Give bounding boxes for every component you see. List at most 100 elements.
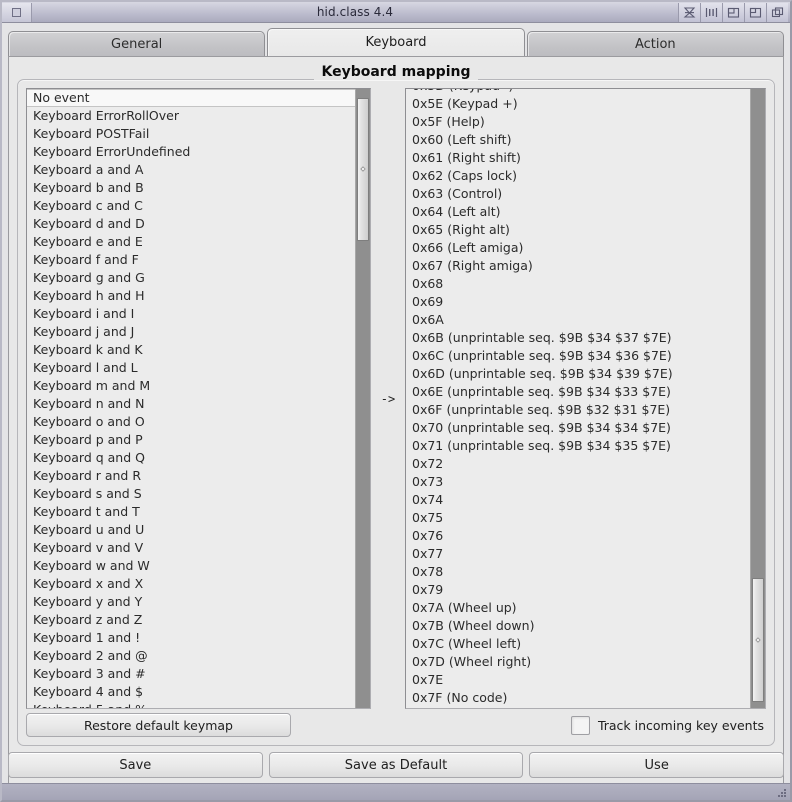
list-item[interactable]: Keyboard l and L [27,359,355,377]
list-item[interactable]: Keyboard 5 and % [27,701,355,708]
zoom-gadget[interactable] [722,2,744,22]
list-item[interactable]: 0x77 [406,545,750,563]
list-item[interactable]: Keyboard x and X [27,575,355,593]
list-item[interactable]: Keyboard e and E [27,233,355,251]
save-button[interactable]: Save [8,752,263,778]
list-item[interactable]: Keyboard n and N [27,395,355,413]
list-item[interactable]: Keyboard p and P [27,431,355,449]
list-item[interactable]: Keyboard c and C [27,197,355,215]
list-item[interactable]: Keyboard ErrorUndefined [27,143,355,161]
depth-gadget-left[interactable] [2,2,32,22]
list-item[interactable]: Keyboard POSTFail [27,125,355,143]
list-item[interactable]: 0x64 (Left alt) [406,203,750,221]
tab-action[interactable]: Action [526,31,784,56]
list-item[interactable]: 0x5E (Keypad +) [406,95,750,113]
list-item[interactable]: Keyboard m and M [27,377,355,395]
list-item[interactable]: Keyboard g and G [27,269,355,287]
list-item[interactable]: Keyboard j and J [27,323,355,341]
mapping-lists: No event Keyboard ErrorRollOver Keyboard P… [26,88,766,709]
scroll-grip-icon [755,637,761,643]
rawkey-list-viewport[interactable]: 0x5D (Keypad -)0x5E (Keypad +)0x5F (Help… [406,89,750,708]
list-item[interactable]: 0x73 [406,473,750,491]
track-incoming-key-events-checkbox[interactable] [570,715,590,735]
list-item[interactable]: Keyboard 4 and $ [27,683,355,701]
list-item[interactable]: Keyboard d and D [27,215,355,233]
zoom-icon [727,7,740,18]
list-item[interactable]: 0x61 (Right shift) [406,149,750,167]
list-item[interactable]: 0x6F (unprintable seq. $9B $32 $31 $7E) [406,401,750,419]
list-item[interactable]: 0x68 [406,275,750,293]
tab-general[interactable]: General [8,31,266,56]
list-item[interactable]: Keyboard w and W [27,557,355,575]
list-item[interactable]: Keyboard 3 and # [27,665,355,683]
list-item[interactable]: 0x7F (No code) [406,689,750,707]
list-item[interactable]: Keyboard b and B [27,179,355,197]
list-item[interactable]: Keyboard o and O [27,413,355,431]
list-item[interactable]: Keyboard s and S [27,485,355,503]
list-item[interactable]: 0x6D (unprintable seq. $9B $34 $39 $7E) [406,365,750,383]
list-item[interactable]: 0x63 (Control) [406,185,750,203]
list-item[interactable]: Keyboard i and I [27,305,355,323]
list-item[interactable]: 0x79 [406,581,750,599]
list-item[interactable]: Keyboard a and A [27,161,355,179]
rawkey-scroll-thumb[interactable] [752,578,764,702]
list-item[interactable]: 0x70 (unprintable seq. $9B $34 $34 $7E) [406,419,750,437]
usage-scroll-thumb[interactable] [357,98,369,241]
list-item[interactable]: 0x60 (Left shift) [406,131,750,149]
usage-list-viewport[interactable]: No event Keyboard ErrorRollOver Keyboard P… [27,89,355,708]
list-item[interactable]: Keyboard k and K [27,341,355,359]
list-item[interactable]: Keyboard q and Q [27,449,355,467]
list-item[interactable]: Keyboard u and U [27,521,355,539]
list-item-selected[interactable]: No event [27,89,355,107]
depth-gadget-right[interactable] [766,2,788,22]
list-item[interactable]: Keyboard y and Y [27,593,355,611]
window-bottom-bar [2,783,790,800]
enlarge-gadget[interactable] [744,2,766,22]
list-item[interactable]: 0x75 [406,509,750,527]
list-item[interactable]: 0x74 [406,491,750,509]
list-item[interactable]: 0x6A [406,311,750,329]
list-item[interactable]: 0x7C (Wheel left) [406,635,750,653]
resize-grip-icon[interactable] [774,787,786,797]
list-item[interactable]: 0x66 (Left amiga) [406,239,750,257]
window-titlebar[interactable]: hid.class 4.4 [2,2,790,23]
list-item[interactable]: 0x7B (Wheel down) [406,617,750,635]
rawkey-listbox[interactable]: 0x5D (Keypad -)0x5E (Keypad +)0x5F (Help… [405,88,766,709]
tab-keyboard[interactable]: Keyboard [267,28,525,56]
rawkey-list-scrollbar[interactable] [750,89,765,708]
usage-listbox[interactable]: No event Keyboard ErrorRollOver Keyboard P… [26,88,371,709]
list-item[interactable]: 0x5F (Help) [406,113,750,131]
list-item[interactable]: 0x6C (unprintable seq. $9B $34 $36 $7E) [406,347,750,365]
track-incoming-key-events-row[interactable]: Track incoming key events [570,715,766,735]
list-item[interactable]: Keyboard h and H [27,287,355,305]
list-item[interactable]: Keyboard 2 and @ [27,647,355,665]
save-as-default-button[interactable]: Save as Default [268,752,524,778]
list-item[interactable]: 0x71 (unprintable seq. $9B $34 $35 $7E) [406,437,750,455]
list-item[interactable]: Keyboard t and T [27,503,355,521]
list-item[interactable]: Keyboard r and R [27,467,355,485]
list-item[interactable]: Keyboard 1 and ! [27,629,355,647]
list-item[interactable]: 0x69 [406,293,750,311]
list-item[interactable]: 0x7A (Wheel up) [406,599,750,617]
list-item[interactable]: 0x7E [406,671,750,689]
list-item[interactable]: 0x65 (Right alt) [406,221,750,239]
list-item[interactable]: Keyboard z and Z [27,611,355,629]
list-item[interactable]: 0x6E (unprintable seq. $9B $34 $33 $7E) [406,383,750,401]
list-item[interactable]: Keyboard ErrorRollOver [27,107,355,125]
list-item[interactable]: 0x72 [406,455,750,473]
iconify-gadget[interactable] [678,2,700,22]
use-button[interactable]: Use [529,752,785,778]
list-item[interactable]: 0x67 (Right amiga) [406,257,750,275]
snapshot-gadget[interactable] [700,2,722,22]
list-item[interactable]: Keyboard f and F [27,251,355,269]
window-title: hid.class 4.4 [316,5,394,19]
list-item[interactable]: 0x62 (Caps lock) [406,167,750,185]
restore-default-keymap-button[interactable]: Restore default keymap [26,713,291,737]
list-item[interactable]: 0x76 [406,527,750,545]
list-item[interactable]: 0x6B (unprintable seq. $9B $34 $37 $7E) [406,329,750,347]
titlebar-gadgets [678,2,788,22]
list-item[interactable]: Keyboard v and V [27,539,355,557]
list-item[interactable]: 0x7D (Wheel right) [406,653,750,671]
list-item[interactable]: 0x78 [406,563,750,581]
usage-list-scrollbar[interactable] [355,89,370,708]
